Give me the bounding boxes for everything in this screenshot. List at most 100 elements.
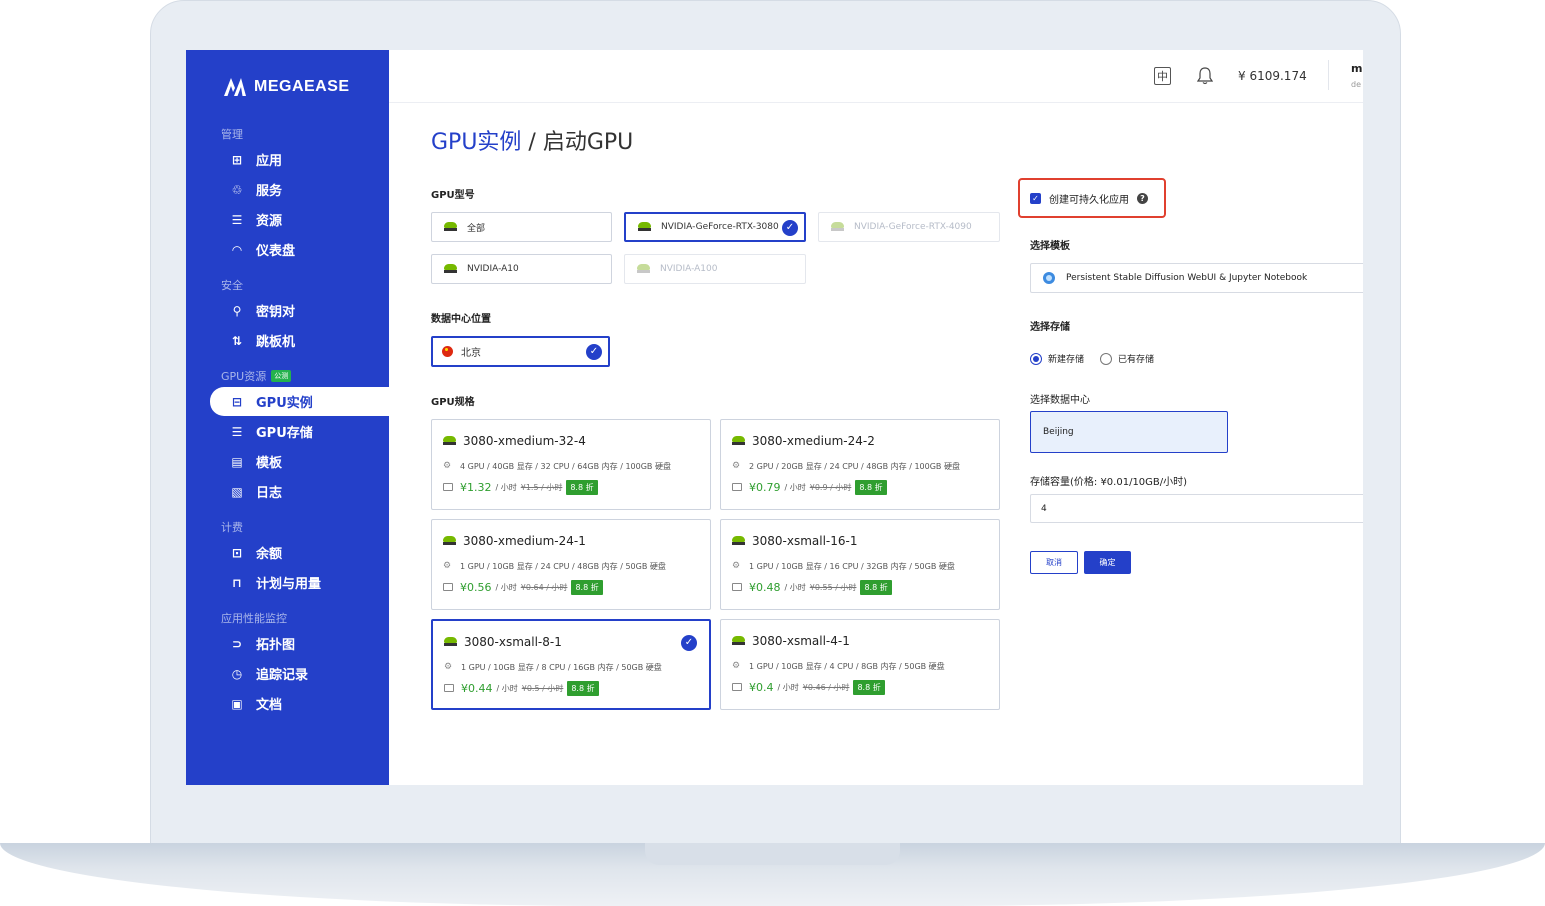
breadcrumb-separator: /: [521, 130, 543, 155]
price-row: ¥0.48/ 小时 ¥0.55 / 小时 8.8 折: [749, 580, 892, 595]
sidebar-item-trace[interactable]: ◷ 追踪记录: [210, 659, 389, 688]
topbar: [389, 50, 1363, 103]
sidebar: MEGAEASE 管理 ⊞ 应用 ♲ 服务 ☰ 资源 ◠ 仪表盘 安全 ⚲ 密钥对 ⇅ 跳板…: [186, 50, 389, 785]
capacity-input[interactable]: 4: [1030, 494, 1363, 523]
spec-name: 3080-xmedium-24-2: [752, 434, 875, 448]
spec-name: 3080-xmedium-24-1: [463, 534, 586, 548]
sidebar-item-docs[interactable]: ▣ 文档: [210, 689, 389, 718]
sidebar-item-topology[interactable]: ⊃ 拓扑图: [210, 629, 389, 658]
template-logo-icon: [1043, 272, 1055, 284]
nvidia-icon: [732, 636, 745, 646]
balance-icon: ⊡: [231, 545, 243, 560]
nvidia-icon: [638, 222, 651, 232]
storage-radio-group: 新建存储 已有存储: [1030, 352, 1154, 365]
account-balance: ¥ 6109.174: [1238, 69, 1307, 83]
persistent-app-checkbox[interactable]: ✓ 创建可持久化应用 ?: [1018, 178, 1166, 218]
gpu-model-a10[interactable]: NVIDIA-A10: [431, 254, 612, 284]
capacity-label: 存储容量(价格: ¥0.01/10GB/小时): [1030, 477, 1188, 488]
gpu-model-rtx-3080[interactable]: NVIDIA-GeForce-RTX-3080 ✓: [624, 212, 806, 242]
breadcrumb-current: 启动GPU: [542, 130, 634, 155]
price-icon: [732, 683, 742, 691]
spec-card-3080-xmedium-24-1[interactable]: 3080-xmedium-24-1 ⚙ 1 GPU / 10GB 显存 / 24…: [431, 519, 711, 610]
spec-name: 3080-xsmall-8-1: [464, 635, 562, 649]
discount-badge: 8.8 折: [860, 580, 892, 595]
brand-name: MEGAEASE: [254, 78, 350, 95]
user-sub: de: [1351, 80, 1361, 89]
sidebar-item-template[interactable]: ▤ 模板: [210, 447, 389, 476]
radio-new-storage[interactable]: [1030, 352, 1042, 365]
sidebar-item-balance[interactable]: ⊡ 余额: [210, 538, 389, 567]
discount-badge: 8.8 折: [566, 480, 598, 495]
spec-name: 3080-xsmall-4-1: [752, 634, 850, 648]
spec-card-3080-xmedium-24-2[interactable]: 3080-xmedium-24-2 ⚙ 2 GPU / 20GB 显存 / 24…: [720, 419, 1000, 510]
spec-detail: 1 GPU / 10GB 显存 / 16 CPU / 32GB 内存 / 50G…: [749, 562, 955, 571]
spec-card-3080-xmedium-32-4[interactable]: 3080-xmedium-32-4 ⚙ 4 GPU / 40GB 显存 / 32…: [431, 419, 711, 510]
brand-logo[interactable]: MEGAEASE: [224, 78, 350, 96]
confirm-button[interactable]: 确定: [1084, 551, 1131, 574]
sidebar-item-gpu-storage[interactable]: ☰ GPU存储: [210, 417, 389, 446]
help-icon[interactable]: ?: [1137, 192, 1148, 204]
discount-badge: 8.8 折: [855, 480, 887, 495]
bell-icon[interactable]: [1196, 67, 1214, 89]
breadcrumb-gpu-instance[interactable]: GPU实例: [431, 130, 521, 155]
datacenter-select[interactable]: Beijing: [1030, 411, 1228, 453]
dashboard-icon: ◠: [232, 242, 242, 257]
chip-icon: ⚙: [443, 561, 452, 571]
price-icon: [443, 483, 453, 491]
sidebar-item-jumpserver[interactable]: ⇅ 跳板机: [210, 326, 389, 355]
trace-icon: ◷: [231, 666, 243, 681]
price-row: ¥0.79/ 小时 ¥0.9 / 小时 8.8 折: [749, 480, 887, 495]
sidebar-item-log[interactable]: ▧ 日志: [210, 477, 389, 506]
plan-icon: ⊓: [232, 575, 242, 590]
price-icon: [732, 483, 742, 491]
discount-badge: 8.8 折: [571, 580, 603, 595]
nvidia-icon: [637, 264, 650, 274]
radio-existing-storage[interactable]: [1100, 352, 1113, 365]
price-row: ¥0.44/ 小时 ¥0.5 / 小时 8.8 折: [461, 681, 599, 696]
check-icon: ✓: [782, 220, 798, 236]
apps-icon: ⊞: [231, 152, 243, 167]
page-title: GPU实例 / 启动GPU: [431, 124, 633, 156]
user-name[interactable]: m: [1351, 62, 1362, 75]
megaease-logo-icon: [224, 78, 246, 96]
datacenter-beijing[interactable]: 北京 ✓: [431, 336, 610, 367]
template-select[interactable]: Persistent Stable Diffusion WebUI & Jupy…: [1030, 263, 1363, 293]
sidebar-item-plan[interactable]: ⊓ 计划与用量: [210, 568, 389, 597]
storage-icon: ☰: [231, 424, 243, 439]
spec-card-3080-xsmall-4-1[interactable]: 3080-xsmall-4-1 ⚙ 1 GPU / 10GB 显存 / 4 CP…: [720, 619, 1000, 710]
gpu-model-all[interactable]: 全部: [431, 212, 612, 242]
sidebar-item-apps[interactable]: ⊞ 应用: [210, 145, 389, 174]
nvidia-icon: [732, 536, 745, 546]
app-screen: MEGAEASE 管理 ⊞ 应用 ♲ 服务 ☰ 资源 ◠ 仪表盘 安全 ⚲ 密钥对 ⇅ 跳板…: [186, 50, 1363, 785]
discount-badge: 8.8 折: [853, 680, 885, 695]
gpu-spec-label: GPU规格: [431, 397, 475, 408]
gpu-model-a100: NVIDIA-A100: [624, 254, 806, 284]
spec-card-3080-xsmall-16-1[interactable]: 3080-xsmall-16-1 ⚙ 1 GPU / 10GB 显存 / 16 …: [720, 519, 1000, 610]
sidebar-item-keypair[interactable]: ⚲ 密钥对: [210, 296, 389, 325]
group-title-gpu: GPU资源 公测: [221, 368, 292, 384]
sidebar-item-service[interactable]: ♲ 服务: [210, 175, 389, 204]
spec-detail: 2 GPU / 20GB 显存 / 24 CPU / 48GB 内存 / 100…: [749, 462, 960, 471]
spec-detail: 4 GPU / 40GB 显存 / 32 CPU / 64GB 内存 / 100…: [460, 462, 671, 471]
check-icon: ✓: [586, 344, 602, 360]
spec-card-3080-xsmall-8-1[interactable]: 3080-xsmall-8-1 ✓ ⚙ 1 GPU / 10GB 显存 / 8 …: [431, 619, 711, 710]
sidebar-item-gpu-instance[interactable]: ⊟ GPU实例: [210, 387, 389, 416]
sidebar-item-resource[interactable]: ☰ 资源: [210, 205, 389, 234]
gpu-instance-icon: ⊟: [231, 394, 243, 409]
nvidia-icon: [444, 222, 457, 232]
language-switch-icon[interactable]: 中: [1154, 67, 1171, 85]
nvidia-icon: [831, 222, 844, 232]
spec-name: 3080-xsmall-16-1: [752, 534, 858, 548]
group-title-manage: 管理: [221, 128, 243, 141]
checkbox-checked-icon[interactable]: ✓: [1030, 192, 1041, 204]
jump-server-icon: ⇅: [231, 333, 243, 348]
docs-icon: ▣: [231, 696, 243, 711]
template-icon: ▤: [231, 454, 243, 469]
group-title-billing: 计费: [221, 521, 243, 534]
datacenter-label: 数据中心位置: [431, 314, 491, 325]
price-icon: [732, 583, 742, 591]
key-icon: ⚲: [232, 303, 242, 318]
sidebar-item-dashboard[interactable]: ◠ 仪表盘: [210, 235, 389, 264]
gpu-model-label: GPU型号: [431, 190, 475, 201]
cancel-button[interactable]: 取消: [1030, 551, 1078, 574]
